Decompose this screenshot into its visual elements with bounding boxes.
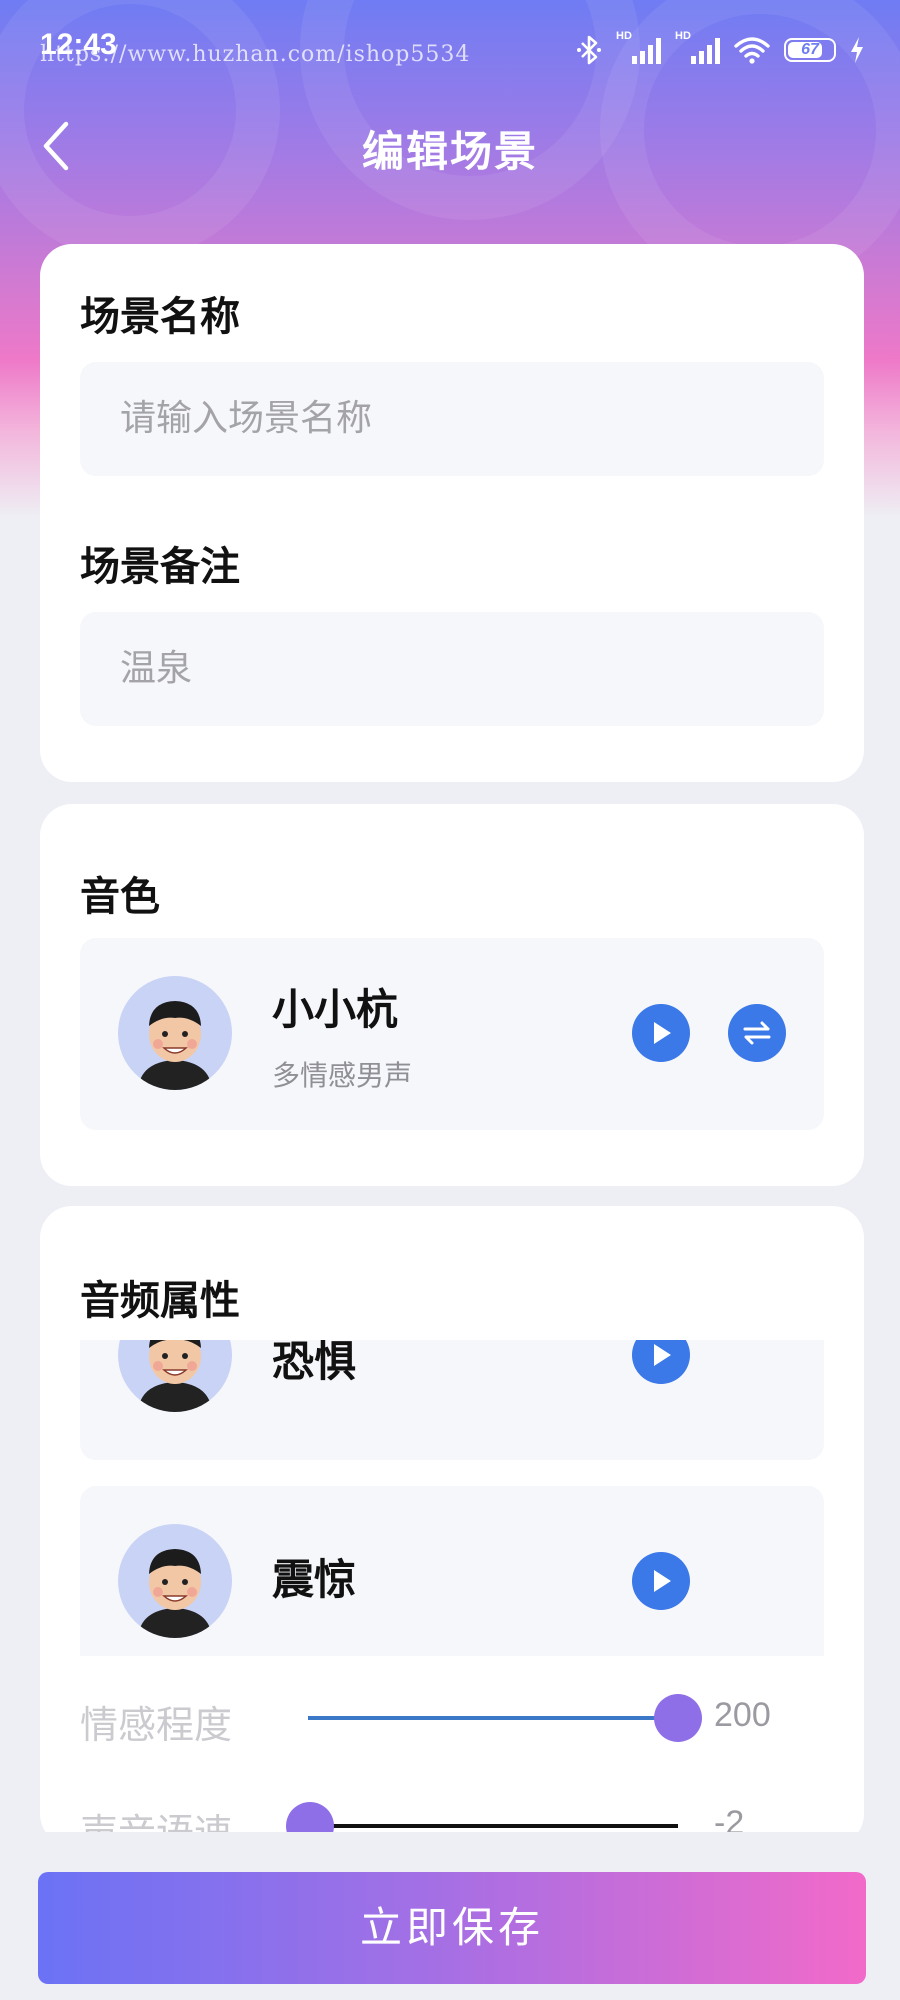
signal-icon: HD <box>616 30 661 64</box>
slider-track[interactable] <box>308 1716 678 1720</box>
voice-label: 音色 <box>80 874 160 920</box>
avatar <box>118 1524 232 1638</box>
emotion-name: 恐惧 <box>272 1340 357 1386</box>
play-emotion-button[interactable] <box>632 1340 690 1384</box>
battery-level: 67 <box>801 41 819 58</box>
voice-description: 多情感男声 <box>272 1059 413 1092</box>
charging-icon <box>851 37 863 63</box>
slider-thumb[interactable] <box>654 1694 702 1742</box>
play-icon <box>654 1022 671 1044</box>
emotion-item[interactable]: 震惊 <box>80 1486 824 1656</box>
signal-hd-label: HD <box>616 30 632 42</box>
wifi-icon <box>734 37 770 64</box>
audio-properties-card: 音频属性 恐惧 震惊 情感程度 200 -2 <box>40 1206 864 1855</box>
save-button[interactable]: 立即保存 <box>38 1872 866 1984</box>
voice-card: 音色 小小杭 多情感男声 <box>40 804 864 1186</box>
signal-icon: HD <box>675 30 720 64</box>
bluetooth-icon <box>577 35 601 65</box>
emotion-list[interactable]: 恐惧 震惊 <box>80 1340 824 1656</box>
emotion-name: 震惊 <box>272 1555 357 1604</box>
slider-track[interactable] <box>308 1824 678 1828</box>
voice-item[interactable]: 小小杭 多情感男声 <box>80 938 824 1130</box>
voice-name: 小小杭 <box>272 985 399 1034</box>
play-emotion-button[interactable] <box>632 1552 690 1610</box>
status-icons: HD HD 67 <box>576 30 864 70</box>
avatar <box>118 976 232 1090</box>
status-bar: 12:43 https://www.huzhan.com/ishop5534 H… <box>0 0 900 100</box>
avatar <box>118 1340 232 1412</box>
footer-bar: 立即保存 <box>0 1832 900 2000</box>
audio-properties-label: 音频属性 <box>80 1278 240 1324</box>
scene-note-label: 场景备注 <box>80 544 240 590</box>
scene-note-input[interactable]: 温泉 <box>80 612 824 726</box>
play-icon <box>654 1570 671 1592</box>
play-icon <box>654 1344 671 1366</box>
slider-label: 情感程度 <box>80 1703 233 1747</box>
signal-hd-label: HD <box>675 30 691 42</box>
scene-name-label: 场景名称 <box>80 294 240 340</box>
play-voice-button[interactable] <box>632 1004 690 1062</box>
switch-voice-button[interactable] <box>728 1004 786 1062</box>
swap-icon <box>743 1021 771 1045</box>
emotion-item[interactable]: 恐惧 <box>80 1340 824 1460</box>
scene-info-card: 场景名称 请输入场景名称 场景备注 温泉 <box>40 244 864 782</box>
scene-name-input[interactable]: 请输入场景名称 <box>80 362 824 476</box>
emotion-intensity-slider[interactable]: 情感程度 200 <box>80 1686 824 1747</box>
battery-icon: 67 <box>784 38 836 62</box>
page-title: 编辑场景 <box>361 127 538 176</box>
nav-header: 编辑场景 <box>0 100 900 190</box>
slider-value: 200 <box>714 1696 771 1734</box>
watermark-text: https://www.huzhan.com/ishop5534 <box>40 42 471 67</box>
